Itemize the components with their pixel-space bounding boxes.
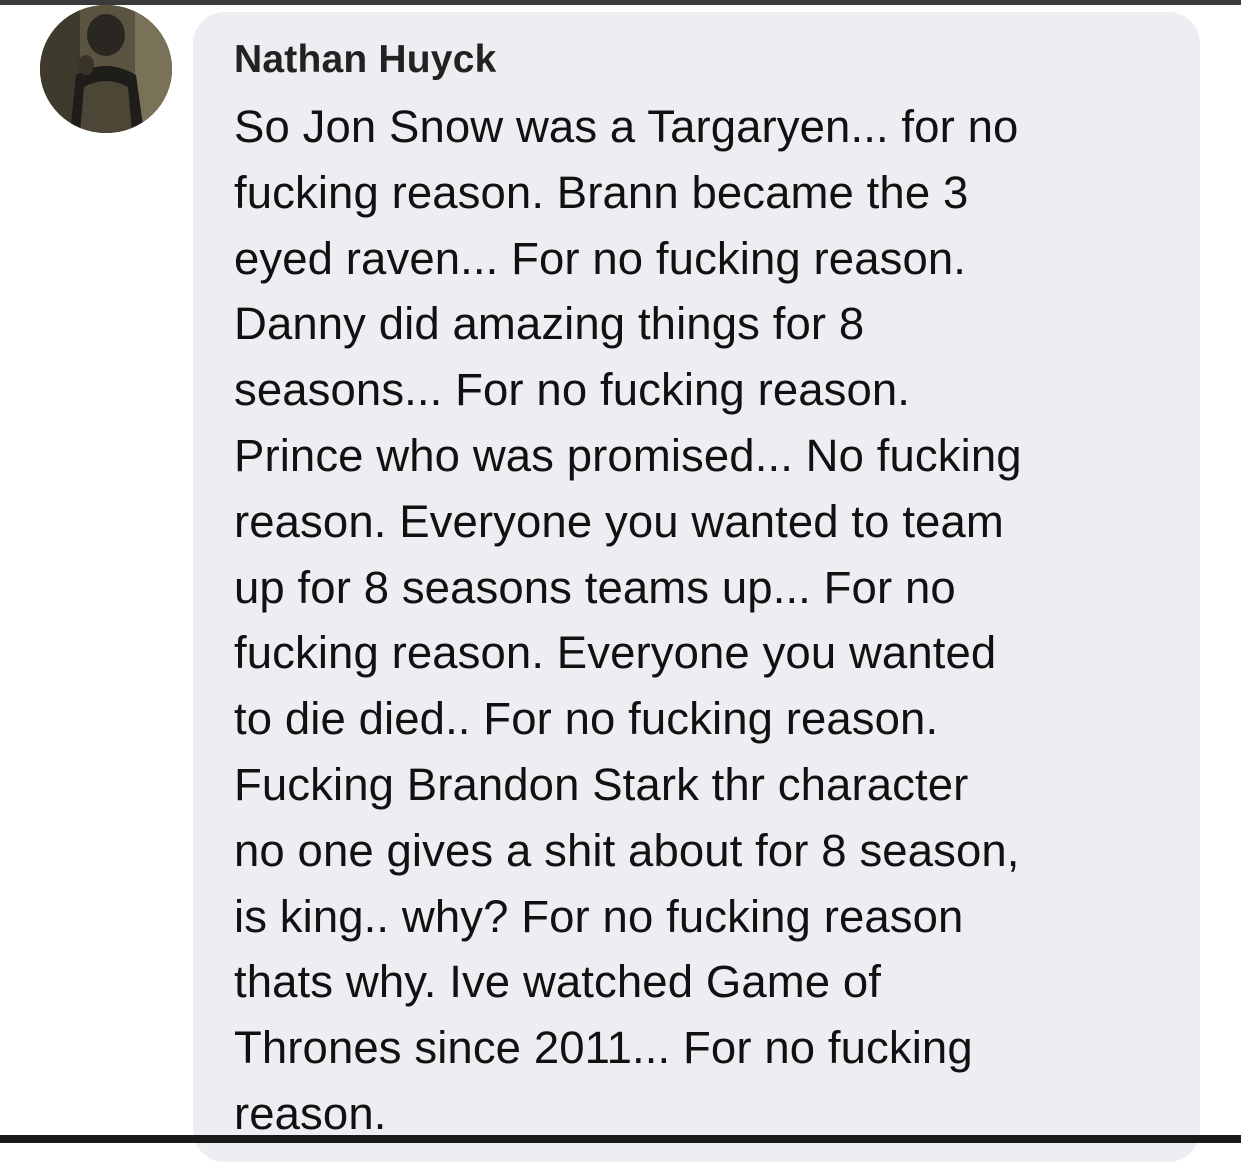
comment-text: So Jon Snow was a Targaryen... for no fu…	[234, 94, 1179, 1147]
comment-line: up for 8 seasons teams up... For no	[234, 561, 956, 613]
comment-line: no one gives a shit about for 8 season,	[234, 824, 1020, 876]
person-photo-icon	[40, 5, 172, 133]
comment-line: thats why. Ive watched Game of	[234, 956, 882, 1008]
comment-line: fucking reason. Everyone you wanted	[234, 627, 997, 679]
avatar[interactable]	[40, 5, 172, 133]
bottom-border	[0, 1135, 1241, 1143]
comment-line: Danny did amazing things for 8	[234, 298, 865, 350]
comment-line: eyed raven... For no fucking reason.	[234, 232, 966, 284]
comment-bubble: Nathan Huyck So Jon Snow was a Targaryen…	[193, 12, 1200, 1162]
top-border	[0, 0, 1241, 5]
comment-line: Fucking Brandon Stark thr character	[234, 758, 969, 810]
comment-line: Prince who was promised... No fucking	[234, 429, 1022, 481]
comment-line: to die died.. For no fucking reason.	[234, 693, 939, 745]
comment-line: Thrones since 2011... For no fucking	[234, 1022, 973, 1074]
comment-line: reason. Everyone you wanted to team	[234, 495, 1004, 547]
comment-line: is king.. why? For no fucking reason	[234, 890, 964, 942]
author-name[interactable]: Nathan Huyck	[234, 38, 1200, 82]
comment-line: seasons... For no fucking reason.	[234, 364, 911, 416]
comment-line: So Jon Snow was a Targaryen... for no	[234, 101, 1019, 152]
comment-line: fucking reason. Brann became the 3	[234, 166, 969, 218]
